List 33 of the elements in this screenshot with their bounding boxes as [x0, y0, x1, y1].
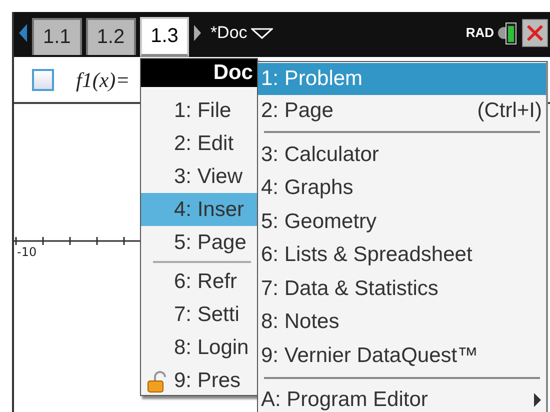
menu-item[interactable]: 3: Calculator	[258, 138, 546, 172]
menu-item[interactable]: 1: File	[141, 94, 257, 127]
document-name: *Doc	[210, 22, 248, 42]
menu-item[interactable]: 4: Inser	[141, 193, 257, 226]
battery-icon	[498, 20, 518, 46]
axis-tick-label: -10	[17, 245, 37, 259]
menu-item[interactable]: 3: View	[141, 160, 257, 193]
function-checkbox[interactable]	[32, 69, 54, 91]
menu-item[interactable]: A: Program Editor	[258, 384, 546, 412]
menu-item[interactable]: 8: Login	[141, 331, 257, 364]
shortcut-label: (Ctrl+I)	[477, 99, 542, 123]
page-tab[interactable]: 1.3	[140, 16, 190, 56]
menu-item[interactable]: 7: Data & Statistics	[258, 272, 546, 306]
close-icon[interactable]	[522, 18, 548, 46]
menu-item[interactable]: 7: Setti	[141, 298, 257, 331]
function-label: f1(x)=	[76, 68, 130, 92]
menu-item[interactable]: 2: Edit	[141, 127, 257, 160]
menu-item[interactable]: 9: Vernier DataQuest™	[258, 339, 546, 372]
menu-item[interactable]: 2: Page (Ctrl+I)	[258, 95, 546, 127]
scroll-left-icon[interactable]	[18, 22, 28, 42]
menu-item[interactable]: 6: Lists & Spreadsheet	[258, 238, 546, 272]
menu-item[interactable]: 6: Refr	[141, 265, 257, 298]
menu-item[interactable]: 9: Pres	[141, 364, 257, 395]
menu-title: Doc	[141, 59, 257, 87]
scroll-right-icon[interactable]	[193, 22, 202, 42]
dropdown-icon[interactable]	[251, 26, 274, 38]
menu-item[interactable]: 5: Page	[141, 226, 257, 259]
angle-mode: RAD	[466, 25, 494, 40]
page-tab[interactable]: 1.2	[86, 18, 136, 55]
menu-item[interactable]: 4: Graphs	[258, 172, 546, 205]
menu-item[interactable]: 8: Notes	[258, 306, 546, 339]
menu-item[interactable]: 5: Geometry	[258, 205, 546, 238]
page-tab[interactable]: 1.1	[32, 18, 82, 55]
